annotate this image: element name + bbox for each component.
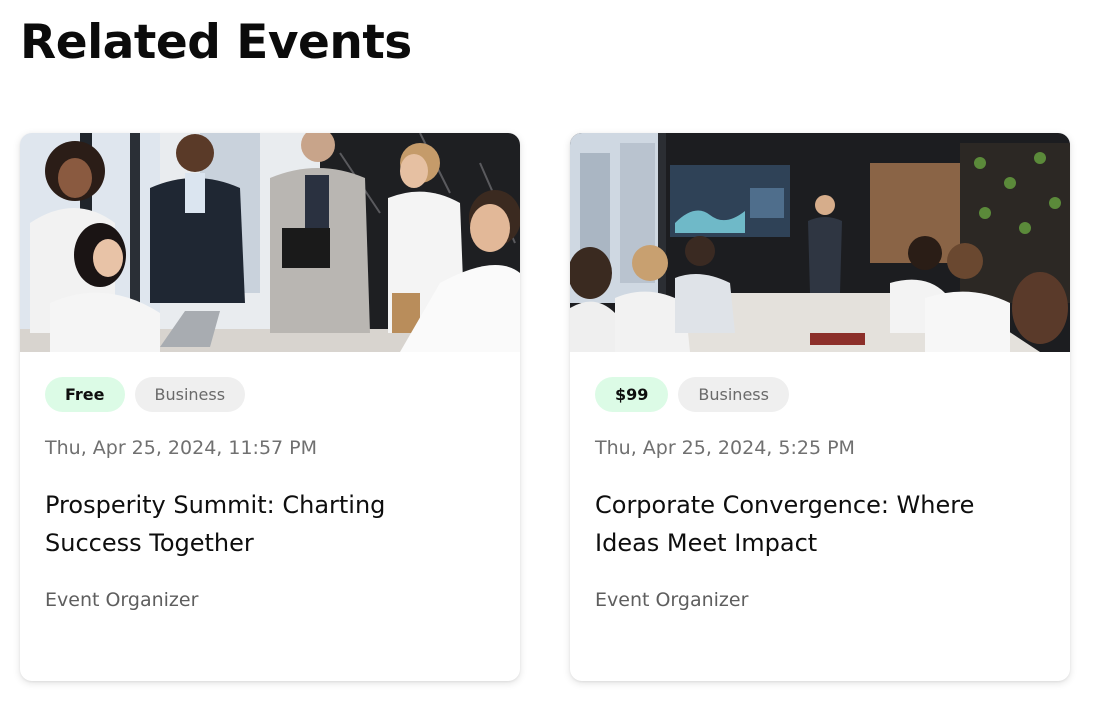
event-card-body: $99 Business Thu, Apr 25, 2024, 5:25 PM …: [595, 377, 1045, 611]
event-photo-illustration: [20, 133, 520, 352]
related-events-section: Related Events Free Business Thu, Apr 25…: [0, 0, 1102, 713]
event-organizer[interactable]: Event Organizer: [45, 588, 198, 612]
price-badge: $99: [595, 377, 669, 412]
event-title[interactable]: Prosperity Summit: Charting Success Toge…: [45, 486, 465, 562]
event-datetime: Thu, Apr 25, 2024, 11:57 PM: [45, 437, 318, 459]
event-title[interactable]: Corporate Convergence: Where Ideas Meet …: [595, 486, 1015, 562]
event-card-body: Free Business Thu, Apr 25, 2024, 11:57 P…: [45, 377, 495, 611]
event-image[interactable]: [570, 133, 1070, 352]
event-image[interactable]: [20, 133, 520, 352]
event-photo-illustration: [570, 133, 1070, 352]
event-card[interactable]: Free Business Thu, Apr 25, 2024, 11:57 P…: [20, 133, 520, 681]
event-organizer[interactable]: Event Organizer: [595, 588, 748, 612]
event-card[interactable]: $99 Business Thu, Apr 25, 2024, 5:25 PM …: [570, 133, 1070, 681]
section-title: Related Events: [20, 15, 412, 70]
category-badge[interactable]: Business: [678, 377, 789, 412]
event-tags: $99 Business: [595, 377, 1045, 412]
event-datetime: Thu, Apr 25, 2024, 5:25 PM: [595, 437, 855, 459]
category-badge[interactable]: Business: [134, 377, 246, 412]
event-tags: Free Business: [45, 377, 495, 412]
price-badge: Free: [45, 377, 125, 412]
